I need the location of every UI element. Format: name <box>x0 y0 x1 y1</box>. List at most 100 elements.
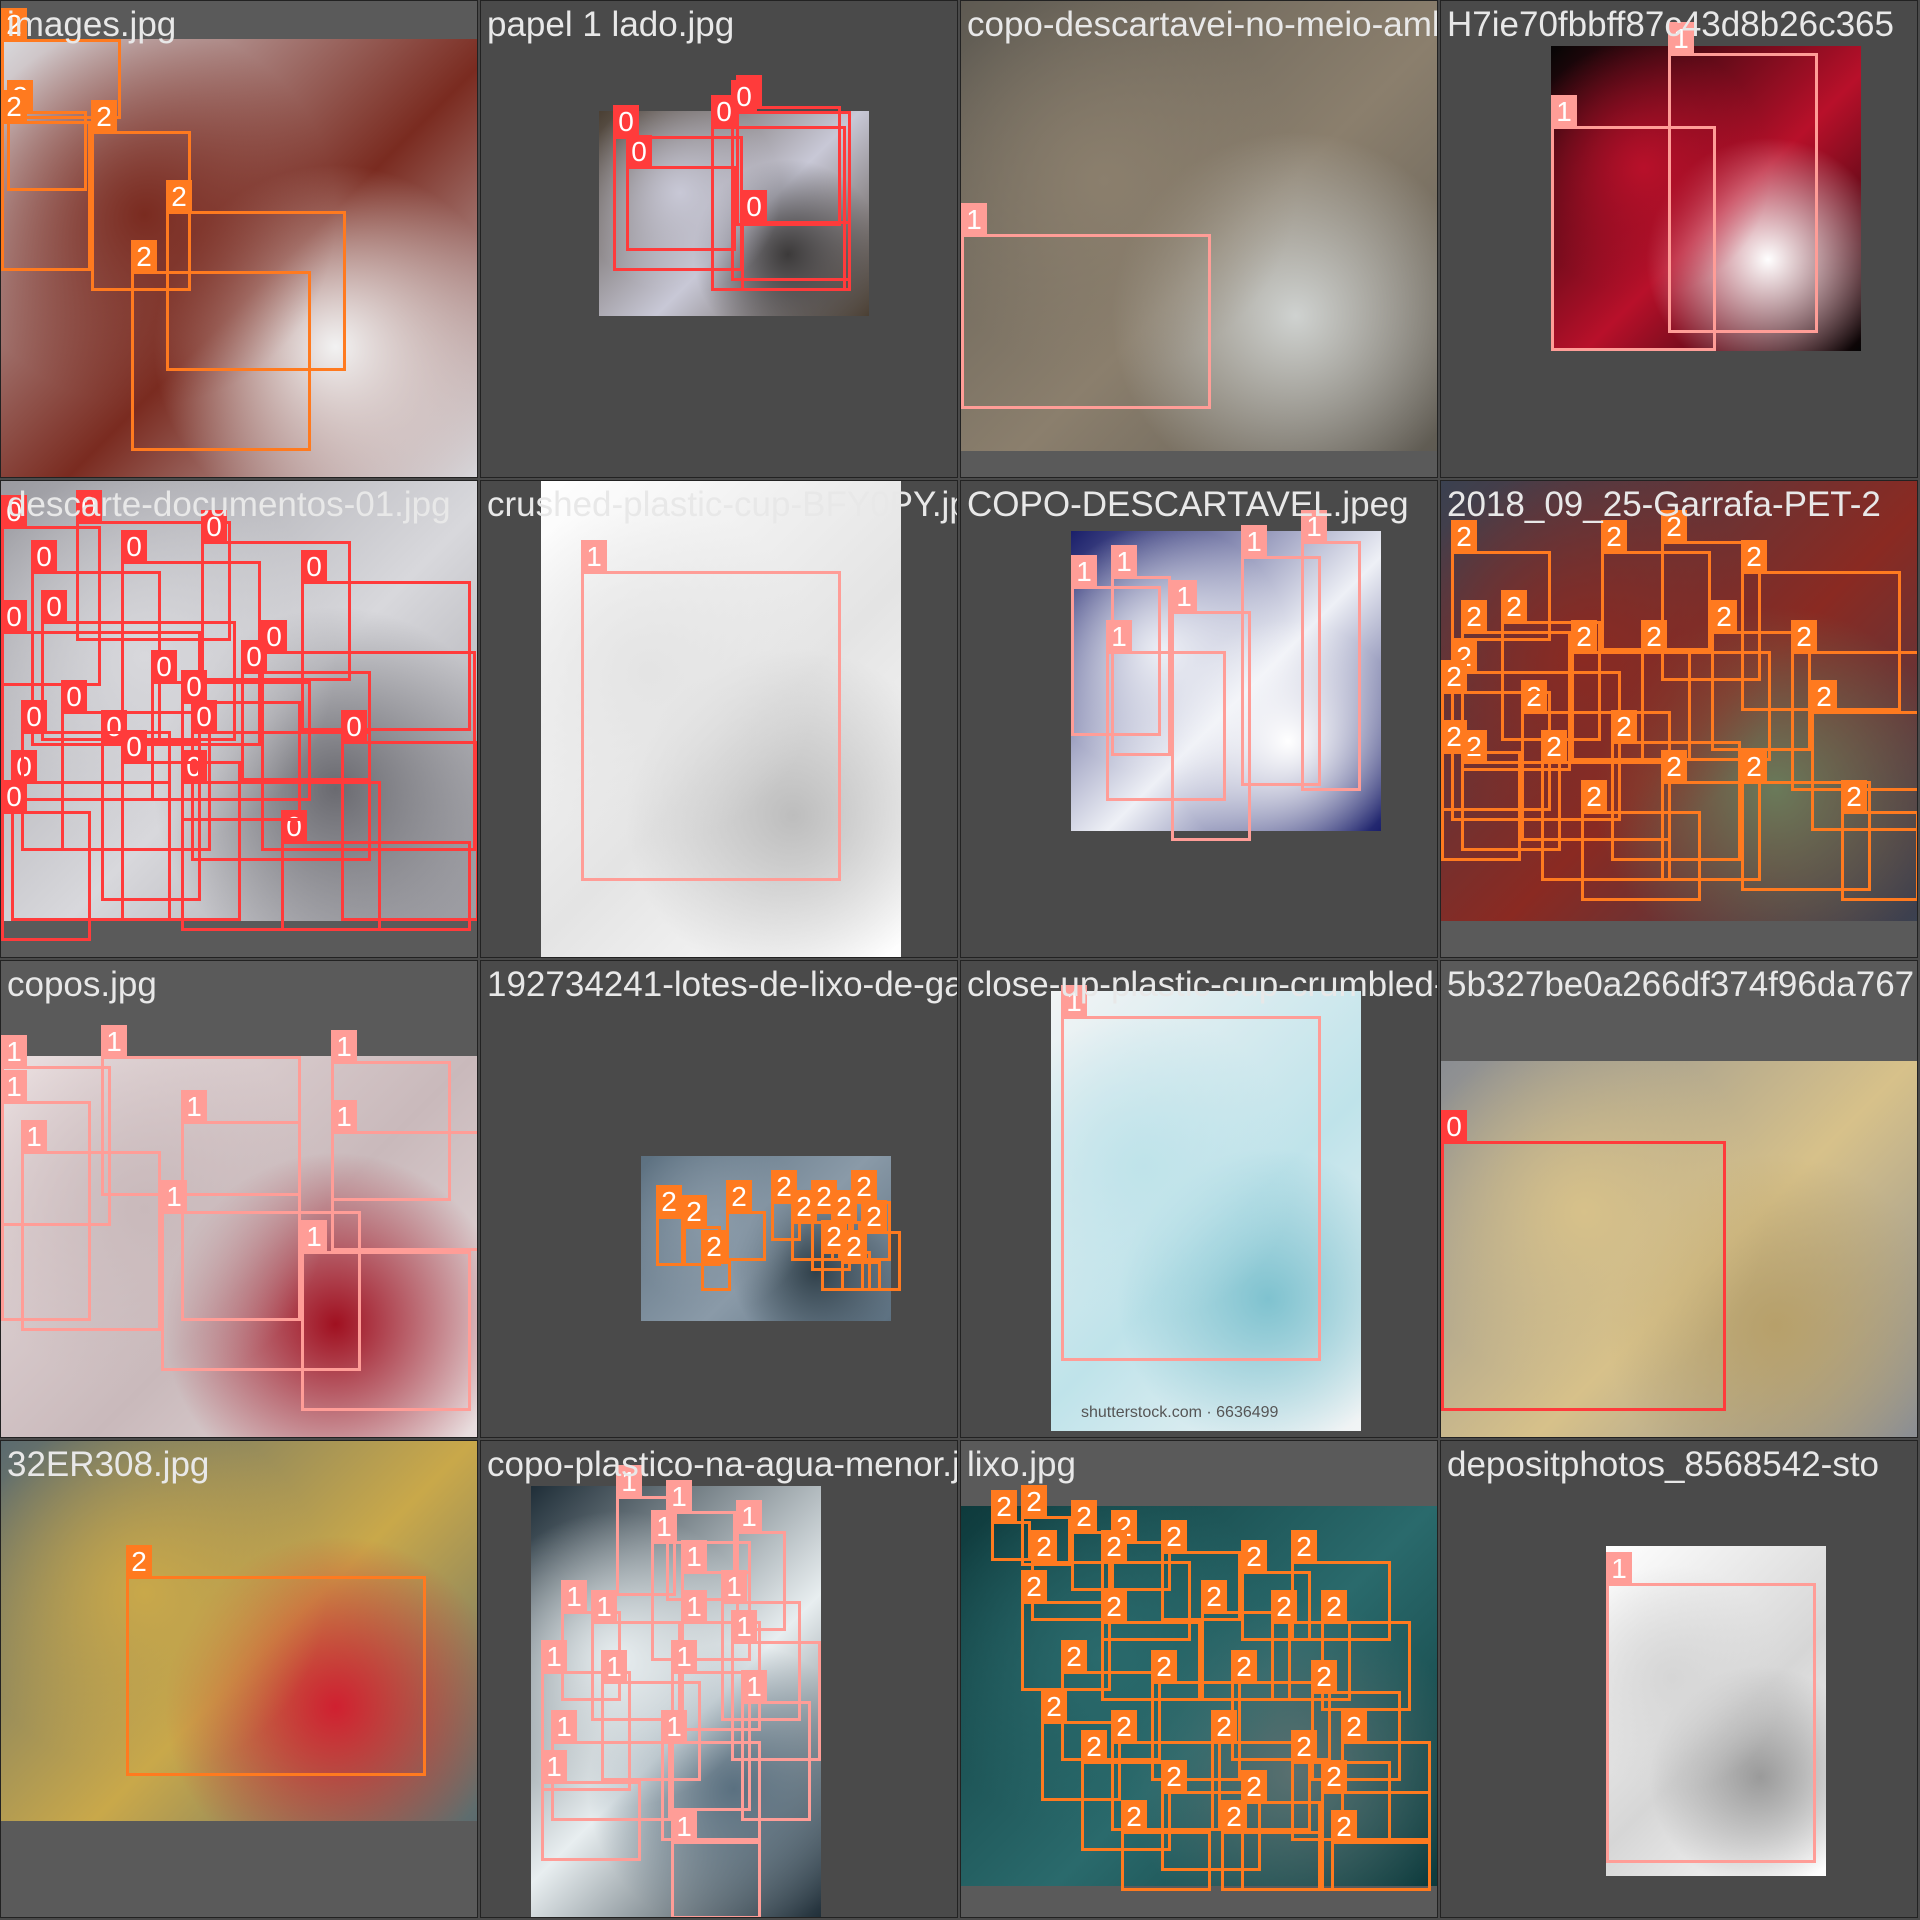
bounding-box: 2 <box>1441 720 1521 861</box>
class-label: 2 <box>166 180 192 214</box>
class-label: 1 <box>681 1590 707 1624</box>
mosaic-tile: 1 1 1 1 1 1 COPO-DESCARTAVEL.jpeg <box>960 480 1438 958</box>
bounding-box: 2 <box>841 1230 881 1291</box>
class-label: 2 <box>1101 1590 1127 1624</box>
class-label: 2 <box>1121 1800 1147 1834</box>
class-label: 2 <box>861 1200 887 1234</box>
class-label: 2 <box>1161 1760 1187 1794</box>
class-label: 2 <box>1201 1580 1227 1614</box>
class-label: 1 <box>1 1070 27 1104</box>
class-label: 1 <box>601 1650 627 1684</box>
class-label: 1 <box>21 1120 47 1154</box>
bounding-box: 0 <box>281 810 471 931</box>
class-label: 2 <box>1221 1800 1247 1834</box>
class-label: 2 <box>1081 1730 1107 1764</box>
bounding-box: 1 <box>671 1810 761 1917</box>
class-label: 1 <box>961 203 987 237</box>
class-label: 2 <box>841 1230 867 1264</box>
class-label: 1 <box>181 1090 207 1124</box>
class-label: 1 <box>721 1570 747 1604</box>
bounding-box: 1 <box>1301 510 1361 791</box>
bounding-box: 2 <box>131 240 311 451</box>
class-label: 0 <box>613 105 639 139</box>
bounding-box: 1 <box>1668 22 1818 333</box>
tile-filename: COPO-DESCARTAVEL.jpeg <box>967 485 1409 524</box>
mosaic-tile: 2 2 2 2 2 2 2 2 2 2 2 2 192734241-lotes-de-lixo-de-g… <box>480 960 958 1438</box>
class-label: 2 <box>991 1490 1017 1524</box>
bounding-box: 2 <box>1841 780 1917 901</box>
bounding-box: 0 <box>1441 1110 1726 1411</box>
class-label: 1 <box>741 1670 767 1704</box>
bounding-box: 1 <box>301 1220 471 1411</box>
tile-filename: copo-plastico-na-agua-menor.jpg <box>487 1445 958 1484</box>
class-label: 2 <box>701 1230 727 1264</box>
class-label: 1 <box>1171 580 1197 614</box>
bounding-box: 1 <box>961 203 1211 409</box>
class-label: 1 <box>331 1100 357 1134</box>
class-label: 1 <box>301 1220 327 1254</box>
tile-filename: depositphotos_8568542-sto <box>1447 1445 1880 1484</box>
class-label: 1 <box>1551 95 1577 129</box>
class-label: 0 <box>241 640 267 674</box>
class-label: 2 <box>1461 600 1487 634</box>
bounding-box: 2 <box>1221 1800 1321 1891</box>
class-label: 2 <box>1441 720 1467 754</box>
class-label: 1 <box>736 1500 762 1534</box>
class-label: 2 <box>1791 620 1817 654</box>
tile-filename: lixo.jpg <box>967 1445 1076 1484</box>
class-label: 2 <box>1291 1730 1317 1764</box>
bounding-box: 2 <box>701 1230 731 1291</box>
class-label: 2 <box>1161 1520 1187 1554</box>
tile-filename: 192734241-lotes-de-lixo-de-garrafas-de-p… <box>487 965 957 1004</box>
mosaic-tile: 2 2 2 2 2 2 2 2 2 2 2 2 2 2 2 2 2 2 2 2 2 2 2 2 2 2 2 2 2 2 lixo.jpg <box>960 1440 1438 1918</box>
class-label: 2 <box>91 100 117 134</box>
class-label: 2 <box>1241 1540 1267 1574</box>
class-label: 1 <box>1111 545 1137 579</box>
mosaic-tile: shutterstock.com · 6636499 1 close-up-plas… <box>960 960 1438 1438</box>
class-label: 2 <box>1 90 27 124</box>
class-label: 2 <box>1501 590 1527 624</box>
class-label: 2 <box>1841 780 1867 814</box>
mosaic-tile: 1 1 1 1 1 1 1 1 1 copos.jpg <box>0 960 478 1438</box>
bounding-box: 1 <box>331 1100 477 1251</box>
class-label: 1 <box>541 1750 567 1784</box>
class-label: 1 <box>1106 620 1132 654</box>
class-label: 2 <box>1071 1500 1097 1534</box>
bounding-box: 1 <box>541 1750 641 1861</box>
class-label: 2 <box>1541 730 1567 764</box>
bounding-box: 2 <box>1581 780 1701 901</box>
class-label: 2 <box>1211 1710 1237 1744</box>
mosaic-tile: 1 1 1 1 1 1 1 1 1 1 1 1 1 1 1 1 1 1 copo-plastico-na-agua-… <box>480 1440 958 1918</box>
tile-filename: papel 1 lado.jpg <box>487 5 735 44</box>
class-label: 0 <box>151 650 177 684</box>
class-label: 0 <box>41 590 67 624</box>
watermark: shutterstock.com · 6636499 <box>1081 1404 1279 1421</box>
bounding-box: 1 <box>1606 1552 1816 1863</box>
bounding-box: 1 <box>1061 985 1321 1361</box>
class-label: 1 <box>541 1640 567 1674</box>
class-label: 1 <box>1606 1552 1632 1586</box>
class-label: 1 <box>661 1710 687 1744</box>
class-label: 2 <box>726 1180 752 1214</box>
tile-filename: copo-descartavei-no-meio-ambiente-bdf3x <box>967 5 1437 44</box>
class-label: 2 <box>1741 540 1767 574</box>
class-label: 2 <box>1611 710 1637 744</box>
tile-filename: images.jpg <box>7 5 177 44</box>
bounding-box: 0 <box>181 670 301 821</box>
class-label: 1 <box>681 1540 707 1574</box>
class-label: 0 <box>626 135 652 169</box>
tile-filename: close-up-plastic-cup-crumbled-2670924f23 <box>967 965 1438 1004</box>
class-label: 1 <box>581 540 607 574</box>
tile-filename: 2018_09_25-Garrafa-PET-2 <box>1447 485 1881 524</box>
class-label: 1 <box>671 1640 697 1674</box>
class-label: 2 <box>1441 660 1467 694</box>
detection-mosaic: 222222images.jpg000000papel 1 lado.jpg1c… <box>0 0 1920 1920</box>
mosaic-tile: 2 2 2 2 2 2 2 2 2 2 2 2 2 2 2 2 2 2 2 2 2 2 2018_09_25-Garrafa… <box>1440 480 1918 958</box>
tile-filename: descarte-documentos-01.jpg <box>7 485 451 524</box>
class-label: 2 <box>1231 1650 1257 1684</box>
class-label: 2 <box>1331 1810 1357 1844</box>
class-label: 2 <box>1321 1590 1347 1624</box>
bounding-box: 2 <box>1 90 91 271</box>
class-label: 0 <box>741 190 767 224</box>
class-label: 2 <box>656 1185 682 1219</box>
